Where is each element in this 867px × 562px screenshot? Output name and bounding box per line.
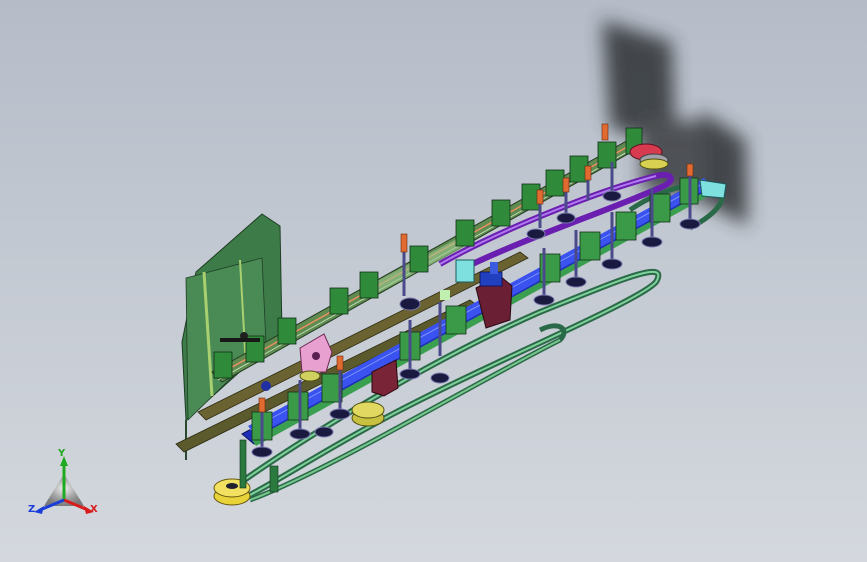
- triad-y-label: Y: [58, 448, 66, 459]
- triad-x-label: X: [90, 504, 98, 515]
- pink-bracket: [299, 333, 333, 373]
- coordinate-triad: Y X Z: [26, 448, 104, 520]
- front-rail: [241, 178, 713, 446]
- cad-assembly-model[interactable]: [0, 0, 867, 562]
- graphics-viewport[interactable]: Y X Z: [0, 0, 867, 562]
- triad-z-label: Z: [28, 504, 36, 515]
